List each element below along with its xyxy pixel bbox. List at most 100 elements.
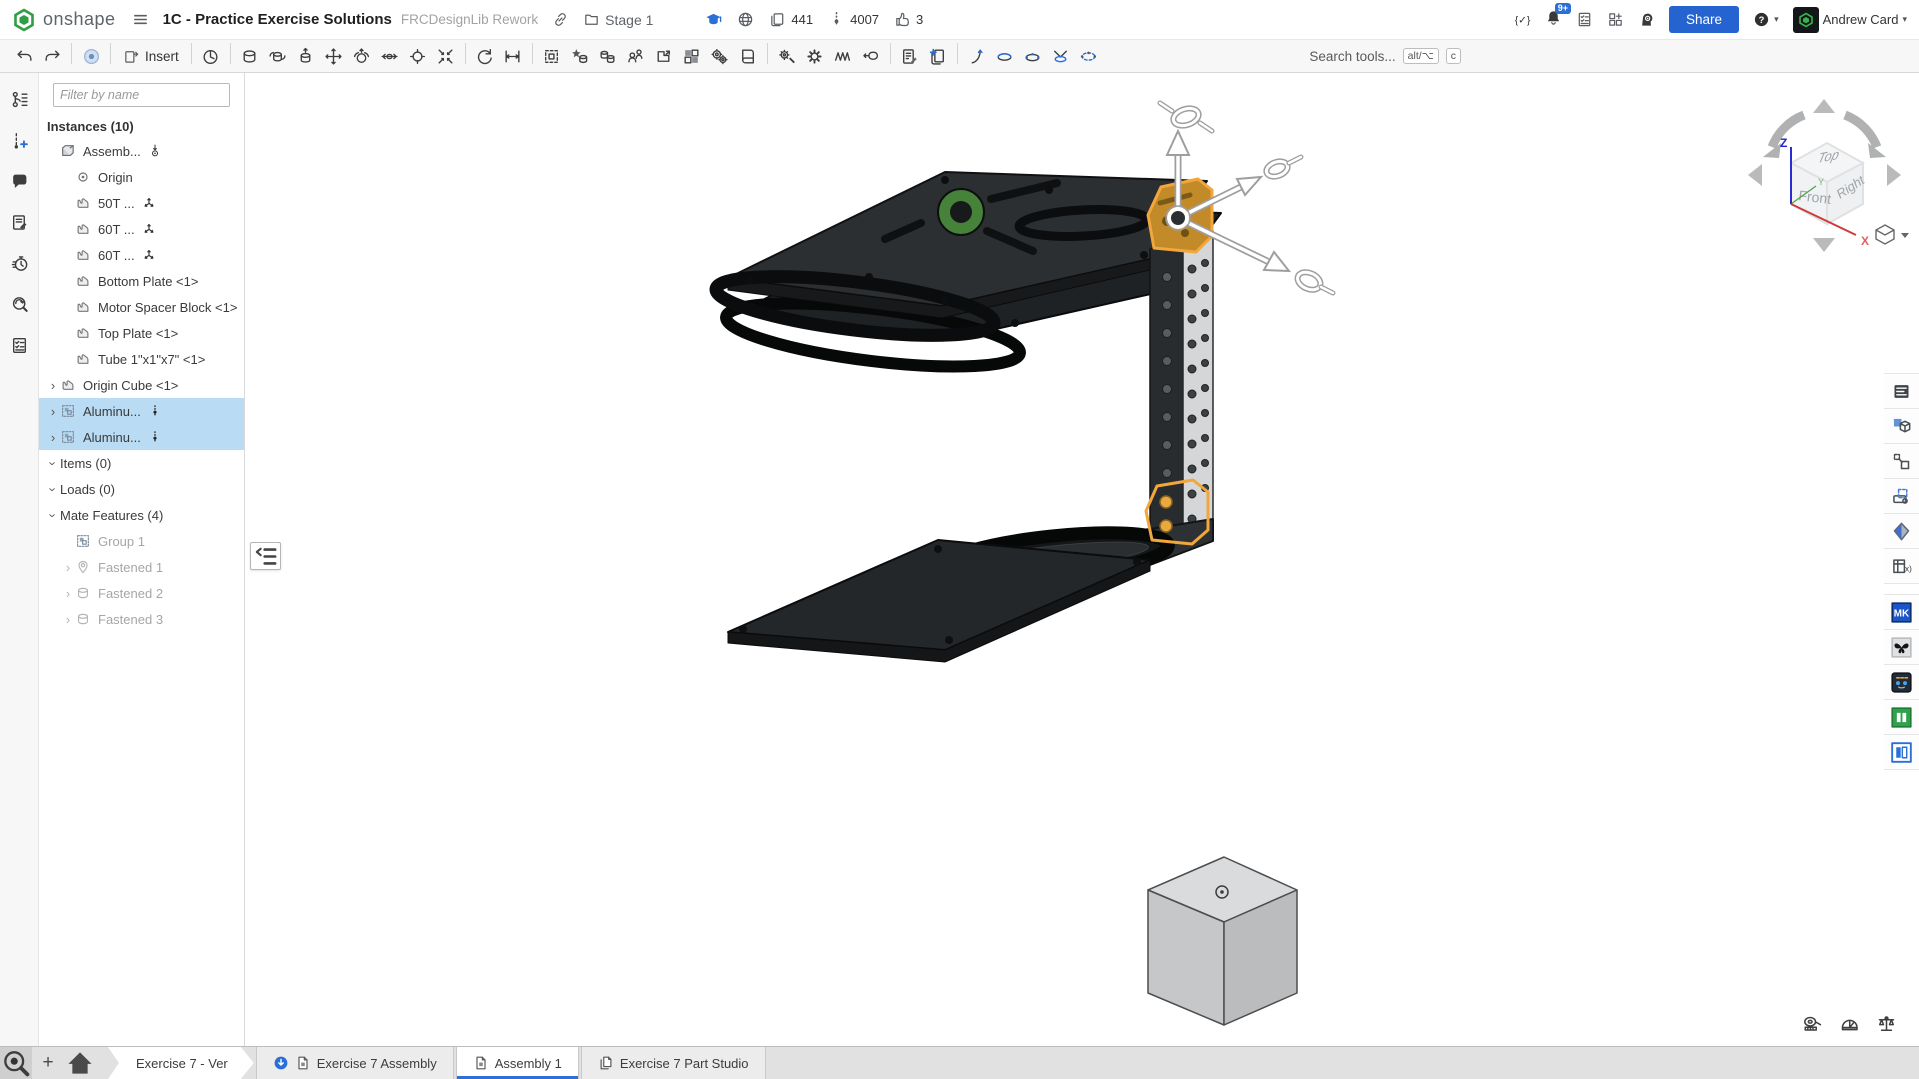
- bom-table-icon[interactable]: [1884, 409, 1919, 444]
- public-globe-icon[interactable]: [737, 11, 754, 28]
- people-icon[interactable]: [622, 43, 650, 69]
- checklist-button[interactable]: [1576, 11, 1593, 28]
- spline-icon[interactable]: [963, 43, 991, 69]
- configurations-icon[interactable]: [773, 43, 801, 69]
- tree-structure-popup-button[interactable]: [250, 542, 281, 570]
- spring-icon[interactable]: [829, 43, 857, 69]
- loft-icon[interactable]: [991, 43, 1019, 69]
- help-menu[interactable]: ? ▾: [1753, 11, 1779, 28]
- expander-icon[interactable]: [61, 586, 75, 601]
- properties-panel-icon[interactable]: [1884, 374, 1919, 409]
- drawing-icon[interactable]: [896, 43, 924, 69]
- row-50t[interactable]: 50T ...: [39, 190, 244, 216]
- share-button[interactable]: Share: [1669, 6, 1739, 33]
- expander-icon[interactable]: [46, 456, 60, 471]
- comments-icon[interactable]: [4, 165, 34, 197]
- rotate-ccw-icon[interactable]: [471, 43, 499, 69]
- row-fastened-1[interactable]: Fastened 1: [39, 554, 244, 580]
- expander-icon[interactable]: [61, 560, 75, 575]
- dof-icon[interactable]: [148, 404, 162, 418]
- view-cube[interactable]: Top Front Right Y Z X: [1732, 83, 1917, 268]
- find-tabs-button[interactable]: [0, 1047, 32, 1079]
- tab-assembly-1[interactable]: Assembly 1: [456, 1047, 579, 1079]
- table-func-icon[interactable]: x): [1884, 549, 1919, 584]
- onshape-logo[interactable]: onshape: [12, 8, 116, 32]
- row-group-1[interactable]: Group 1: [39, 528, 244, 554]
- menu-icon[interactable]: [132, 11, 149, 28]
- slider-tool-icon[interactable]: [376, 43, 404, 69]
- apps-button[interactable]: [1607, 11, 1624, 28]
- tasklist-icon[interactable]: [4, 329, 34, 361]
- publication-icon[interactable]: [924, 43, 952, 69]
- audit-icon[interactable]: [4, 288, 34, 320]
- assistant-button[interactable]: [1638, 11, 1655, 28]
- snap-icon[interactable]: [432, 43, 460, 69]
- row-top-plate[interactable]: Top Plate <1>: [39, 320, 244, 346]
- expander-icon[interactable]: [61, 612, 75, 627]
- activity-stat[interactable]: 4007: [828, 11, 879, 28]
- revolute-icon[interactable]: [142, 222, 156, 236]
- dof-icon[interactable]: [148, 430, 162, 444]
- expander-icon[interactable]: [46, 508, 60, 523]
- user-menu[interactable]: Andrew Card ▾: [1793, 7, 1907, 33]
- tape-icon[interactable]: [1802, 1013, 1823, 1034]
- row-mate-features-header[interactable]: Mate Features (4): [39, 502, 244, 528]
- planar-tool-icon[interactable]: [404, 43, 432, 69]
- education-icon[interactable]: [705, 11, 722, 28]
- tasks-check-icon[interactable]: {✓}: [1514, 11, 1531, 28]
- move-icon[interactable]: [320, 43, 348, 69]
- tab-exercise-7-assembly[interactable]: Exercise 7 Assembly: [256, 1047, 454, 1079]
- row-items-header[interactable]: Items (0): [39, 450, 244, 476]
- versions-icon[interactable]: [4, 83, 34, 115]
- row-fastened-2[interactable]: Fastened 2: [39, 580, 244, 606]
- row-loads-header[interactable]: Loads (0): [39, 476, 244, 502]
- row-motor-spacer-block[interactable]: Motor Spacer Block <1>: [39, 294, 244, 320]
- rotate-tool-icon[interactable]: [348, 43, 376, 69]
- pattern-icon[interactable]: [594, 43, 622, 69]
- expander-icon[interactable]: [46, 404, 60, 419]
- app-mk-icon[interactable]: MK: [1884, 595, 1919, 630]
- appearance-icon[interactable]: [734, 43, 762, 69]
- app-blue-book-icon[interactable]: [1884, 735, 1919, 770]
- row-60t-b[interactable]: 60T ...: [39, 242, 244, 268]
- tab-exercise-7-part-studio[interactable]: Exercise 7 Part Studio: [581, 1047, 766, 1079]
- references-icon[interactable]: [4, 124, 34, 156]
- viewport-canvas[interactable]: [245, 73, 1919, 1046]
- redo-icon[interactable]: [38, 43, 66, 69]
- row-bottom-plate[interactable]: Bottom Plate <1>: [39, 268, 244, 294]
- gem-icon[interactable]: [1884, 514, 1919, 549]
- protractor-icon[interactable]: [1839, 1013, 1860, 1034]
- filter-input[interactable]: [53, 83, 230, 107]
- linked-docs-icon[interactable]: [1884, 444, 1919, 479]
- expander-icon[interactable]: [46, 378, 60, 393]
- notifications-button[interactable]: 9+: [1545, 9, 1562, 31]
- app-butterfly-icon[interactable]: [1884, 630, 1919, 665]
- mate-icon[interactable]: [236, 43, 264, 69]
- row-tube[interactable]: Tube 1"x1"x7" <1>: [39, 346, 244, 372]
- row-assembly-root[interactable]: Assemb...: [39, 138, 244, 164]
- sketch-panel-icon[interactable]: [1884, 479, 1919, 514]
- revolute-icon[interactable]: [142, 248, 156, 262]
- row-aluminum-2[interactable]: Aluminu...: [39, 424, 244, 450]
- link-icon[interactable]: [552, 11, 569, 28]
- insert-button[interactable]: Insert: [116, 45, 186, 68]
- revolute-tool-icon[interactable]: [264, 43, 292, 69]
- clock-icon[interactable]: [197, 43, 225, 69]
- app-robot-icon[interactable]: [1884, 665, 1919, 700]
- row-origin[interactable]: Origin: [39, 164, 244, 190]
- row-fastened-3[interactable]: Fastened 3: [39, 606, 244, 632]
- named-positions-icon[interactable]: [538, 43, 566, 69]
- likes-stat[interactable]: 3: [894, 11, 923, 28]
- expander-icon[interactable]: [46, 482, 60, 497]
- gear-icon[interactable]: [801, 43, 829, 69]
- fixed-icon[interactable]: [148, 144, 162, 158]
- mate-connector-icon[interactable]: [292, 43, 320, 69]
- belt-icon[interactable]: [857, 43, 885, 69]
- copies-stat[interactable]: 441: [769, 11, 813, 28]
- new-tab-button[interactable]: +: [32, 1047, 64, 1079]
- expander-icon[interactable]: [46, 430, 60, 445]
- surface-icon[interactable]: [1019, 43, 1047, 69]
- sweep-icon[interactable]: [1047, 43, 1075, 69]
- context-icon[interactable]: [77, 43, 105, 69]
- dimension-icon[interactable]: [499, 43, 527, 69]
